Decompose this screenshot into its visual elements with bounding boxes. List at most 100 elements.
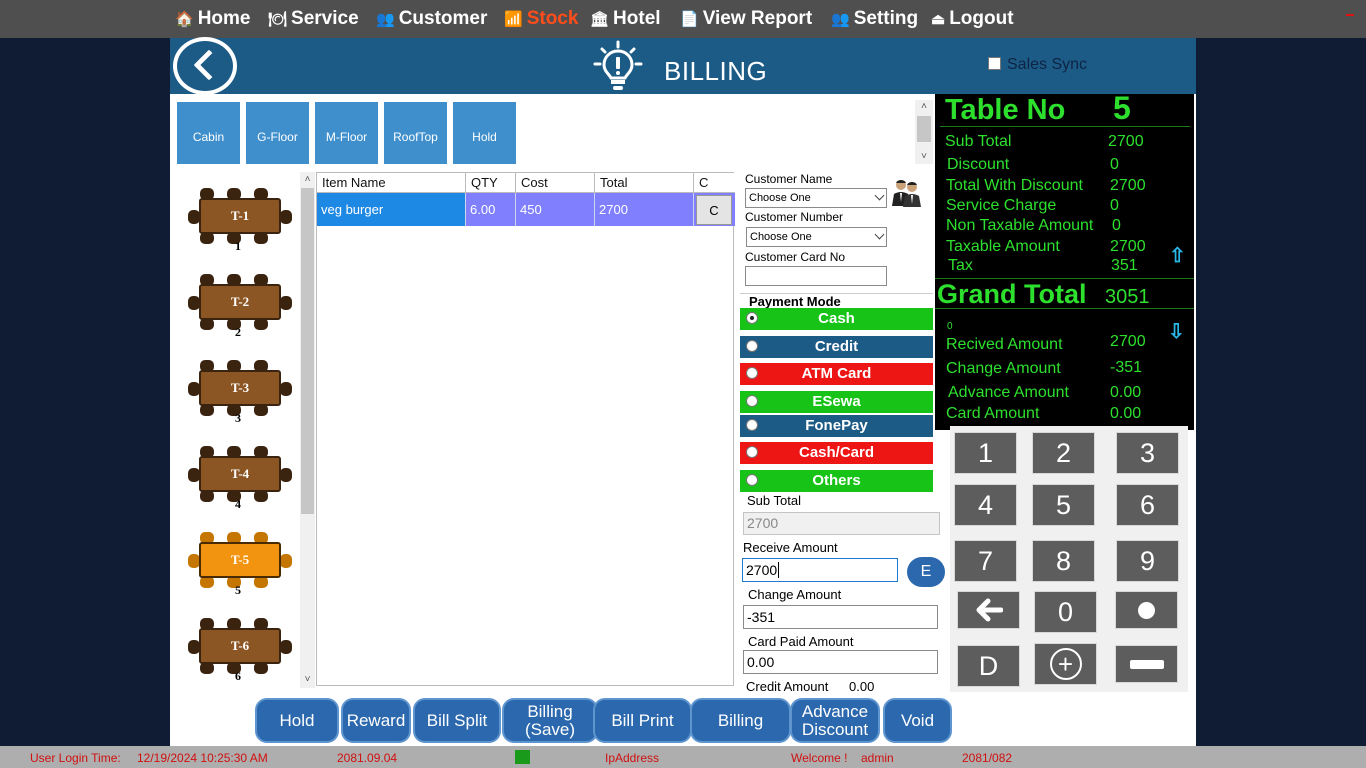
payment-option-credit[interactable]: Credit — [740, 336, 933, 358]
card-paid-field[interactable]: 0.00 — [743, 650, 938, 674]
key-4[interactable]: 4 — [954, 484, 1017, 526]
payment-option-esewa[interactable]: ESewa — [740, 391, 933, 413]
tables-scrollbar[interactable]: ˄ ˅ — [300, 172, 315, 688]
minimize-button[interactable] — [1346, 14, 1354, 16]
floor-tab-cabin[interactable]: Cabin — [177, 102, 240, 164]
received-amount-label: Recived Amount — [946, 336, 1063, 353]
table-2[interactable]: T-2 2 — [188, 271, 298, 346]
reward-button[interactable]: Reward — [341, 698, 411, 743]
scroll-thumb[interactable] — [301, 188, 314, 514]
hold-button[interactable]: Hold — [255, 698, 339, 743]
col-header-c[interactable]: C — [694, 173, 735, 193]
taxable-label: Taxable Amount — [946, 238, 1060, 255]
payment-option-cash-card[interactable]: Cash/Card — [740, 442, 933, 464]
floor-tab-g-floor[interactable]: G-Floor — [246, 102, 309, 164]
key-label: 2 — [1055, 437, 1072, 468]
payment-option-others[interactable]: Others — [740, 470, 933, 492]
col-header-total[interactable]: Total — [595, 173, 694, 193]
card-amount-value: 0.00 — [1110, 405, 1142, 422]
customer-card-input[interactable] — [745, 266, 887, 286]
table-1[interactable]: T-1 1 — [188, 185, 298, 260]
plus-key[interactable]: + — [1034, 643, 1097, 685]
col-header-item[interactable]: Item Name — [317, 173, 466, 193]
checkbox-box[interactable] — [988, 57, 1001, 70]
bill-print-button[interactable]: Bill Print — [593, 698, 692, 743]
table-6[interactable]: T-6 6 — [188, 615, 298, 689]
lightbulb-icon — [593, 40, 643, 90]
cell-cost[interactable]: 450 — [516, 193, 595, 226]
menu-logout[interactable]: ⏏ Logout — [931, 8, 1014, 31]
sales-sync-checkbox[interactable]: Sales Sync — [988, 56, 1087, 74]
key-label: 3 — [1139, 437, 1156, 468]
table-row[interactable]: veg burger 6.00 450 2700 — [317, 193, 735, 226]
scroll-down-icon[interactable]: ˅ — [300, 675, 315, 685]
backspace-key[interactable]: ← — [957, 591, 1020, 629]
scroll-up-icon[interactable]: ˄ — [915, 102, 933, 112]
bill-split-button[interactable]: Bill Split — [413, 698, 501, 743]
menu-logout-label: Logout — [949, 8, 1014, 29]
billing-button[interactable]: Billing — [690, 698, 791, 743]
decimal-key[interactable]: ● — [1115, 591, 1178, 629]
payment-option-label: ESewa — [812, 393, 861, 410]
key-0[interactable]: 0 — [1034, 591, 1097, 633]
key-7[interactable]: 7 — [954, 540, 1017, 582]
e-button[interactable]: E — [907, 557, 945, 587]
payment-option-cash[interactable]: Cash — [740, 308, 933, 330]
home-icon: 🏠 — [175, 11, 194, 28]
floor-tab-m-floor[interactable]: M-Floor — [315, 102, 378, 164]
summary-divider — [935, 308, 1194, 309]
menu-hotel[interactable]: 🏛 Hotel — [590, 8, 661, 31]
chair-icon — [280, 468, 292, 482]
advance-discount-button[interactable]: Advance Discount — [790, 698, 880, 743]
menu-home[interactable]: 🏠 Home — [175, 8, 250, 31]
col-header-cost[interactable]: Cost — [516, 173, 595, 193]
floor-tab-hold[interactable]: Hold — [453, 102, 516, 164]
key-6[interactable]: 6 — [1116, 484, 1179, 526]
change-amount-field[interactable]: -351 — [743, 605, 938, 629]
key-1[interactable]: 1 — [954, 432, 1017, 474]
back-button[interactable] — [173, 37, 237, 95]
floors-scrollbar[interactable]: ˄ ˅ — [915, 100, 933, 164]
col-header-qty[interactable]: QTY — [466, 173, 516, 193]
grand-total-label: Grand Total — [937, 279, 1087, 309]
table-5[interactable]: T-5 5 — [188, 529, 298, 604]
scroll-down-icon[interactable]: ˅ — [915, 152, 933, 162]
billing-save-button[interactable]: Billing (Save) — [502, 698, 598, 743]
arrow-up-icon[interactable]: ⇧ — [1169, 243, 1186, 268]
scroll-thumb[interactable] — [917, 116, 931, 142]
key-3[interactable]: 3 — [1116, 432, 1179, 474]
menu-view-report[interactable]: 📄 View Report — [680, 8, 812, 31]
non-taxable-value: 0 — [1112, 217, 1121, 234]
minus-key[interactable]: − — [1115, 645, 1178, 683]
receive-amount-input[interactable]: 2700 — [742, 558, 898, 582]
key-5[interactable]: 5 — [1032, 484, 1095, 526]
key-label: 1 — [977, 437, 994, 468]
floor-tab-rooftop[interactable]: RoofTop — [384, 102, 447, 164]
key-9[interactable]: 9 — [1116, 540, 1179, 582]
menu-customer[interactable]: 👥 Customer — [376, 8, 487, 31]
cell-qty[interactable]: 6.00 — [466, 193, 516, 226]
advance-amount-label: Advance Amount — [948, 384, 1069, 401]
scroll-up-icon[interactable]: ˄ — [300, 175, 315, 185]
customer-name-select[interactable]: Choose One — [745, 188, 887, 208]
menu-stock[interactable]: 📶 Stock — [504, 8, 578, 31]
d-key[interactable]: D — [957, 645, 1020, 687]
arrow-down-icon[interactable]: ⇩ — [1168, 319, 1185, 344]
void-button[interactable]: Void — [883, 698, 952, 743]
cell-total[interactable]: 2700 — [595, 193, 694, 226]
table-3[interactable]: T-3 3 — [188, 357, 298, 432]
numeric-keypad: 1 2 3 4 5 6 7 8 9 ← 0 ● D + − — [950, 426, 1188, 692]
cancel-item-button[interactable]: C — [696, 195, 732, 225]
menu-setting[interactable]: 👥 Setting — [831, 8, 918, 31]
menu-service[interactable]: 🍽 Service — [268, 8, 359, 31]
customer-number-select[interactable]: Choose One — [746, 227, 887, 247]
payment-option-atm-card[interactable]: ATM Card — [740, 363, 933, 385]
service-charge-label: Service Charge — [946, 197, 1057, 214]
key-8[interactable]: 8 — [1032, 540, 1095, 582]
key-2[interactable]: 2 — [1032, 432, 1095, 474]
payment-option-label: Cash/Card — [798, 444, 875, 461]
payment-option-fonepay[interactable]: FonePay — [740, 415, 933, 437]
table-4[interactable]: T-4 4 — [188, 443, 298, 518]
key-label: 8 — [1055, 545, 1072, 576]
cell-item[interactable]: veg burger — [317, 193, 466, 226]
